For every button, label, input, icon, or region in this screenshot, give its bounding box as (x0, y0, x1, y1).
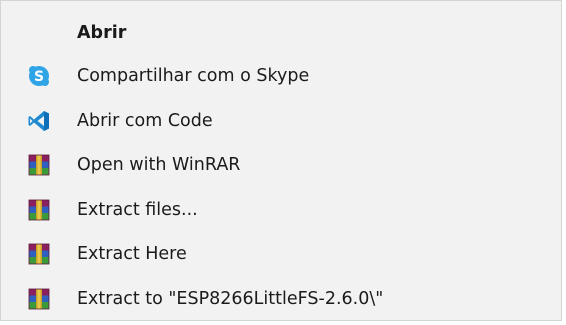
menu-item-label: Abrir (77, 23, 127, 43)
menu-item-label: Extract Here (77, 244, 187, 264)
context-menu: Abrir S Compartilhar com o Skype Abrir c… (0, 0, 562, 321)
skype-icon: S (27, 64, 51, 88)
menu-item-share-skype[interactable]: S Compartilhar com o Skype (1, 56, 561, 96)
menu-item-label: Abrir com Code (77, 111, 213, 131)
menu-item-label: Open with WinRAR (77, 155, 241, 175)
menu-item-label: Extract to "ESP8266LittleFS-2.6.0\" (77, 289, 384, 309)
menu-item-extract-files[interactable]: Extract files... (1, 190, 561, 230)
menu-item-extract-here[interactable]: Extract Here (1, 234, 561, 274)
menu-item-label: Compartilhar com o Skype (77, 66, 310, 86)
svg-text:S: S (34, 69, 44, 85)
winrar-icon (27, 287, 51, 311)
menu-item-label: Extract files... (77, 200, 198, 220)
menu-item-open-with-winrar[interactable]: Open with WinRAR (1, 145, 561, 185)
winrar-icon (27, 153, 51, 177)
winrar-icon (27, 242, 51, 266)
menu-item-extract-to-folder[interactable]: Extract to "ESP8266LittleFS-2.6.0\" (1, 279, 561, 319)
menu-item-abrir[interactable]: Abrir (1, 13, 561, 53)
winrar-icon (27, 198, 51, 222)
menu-item-open-with-code[interactable]: Abrir com Code (1, 101, 561, 141)
vscode-icon (27, 109, 51, 133)
